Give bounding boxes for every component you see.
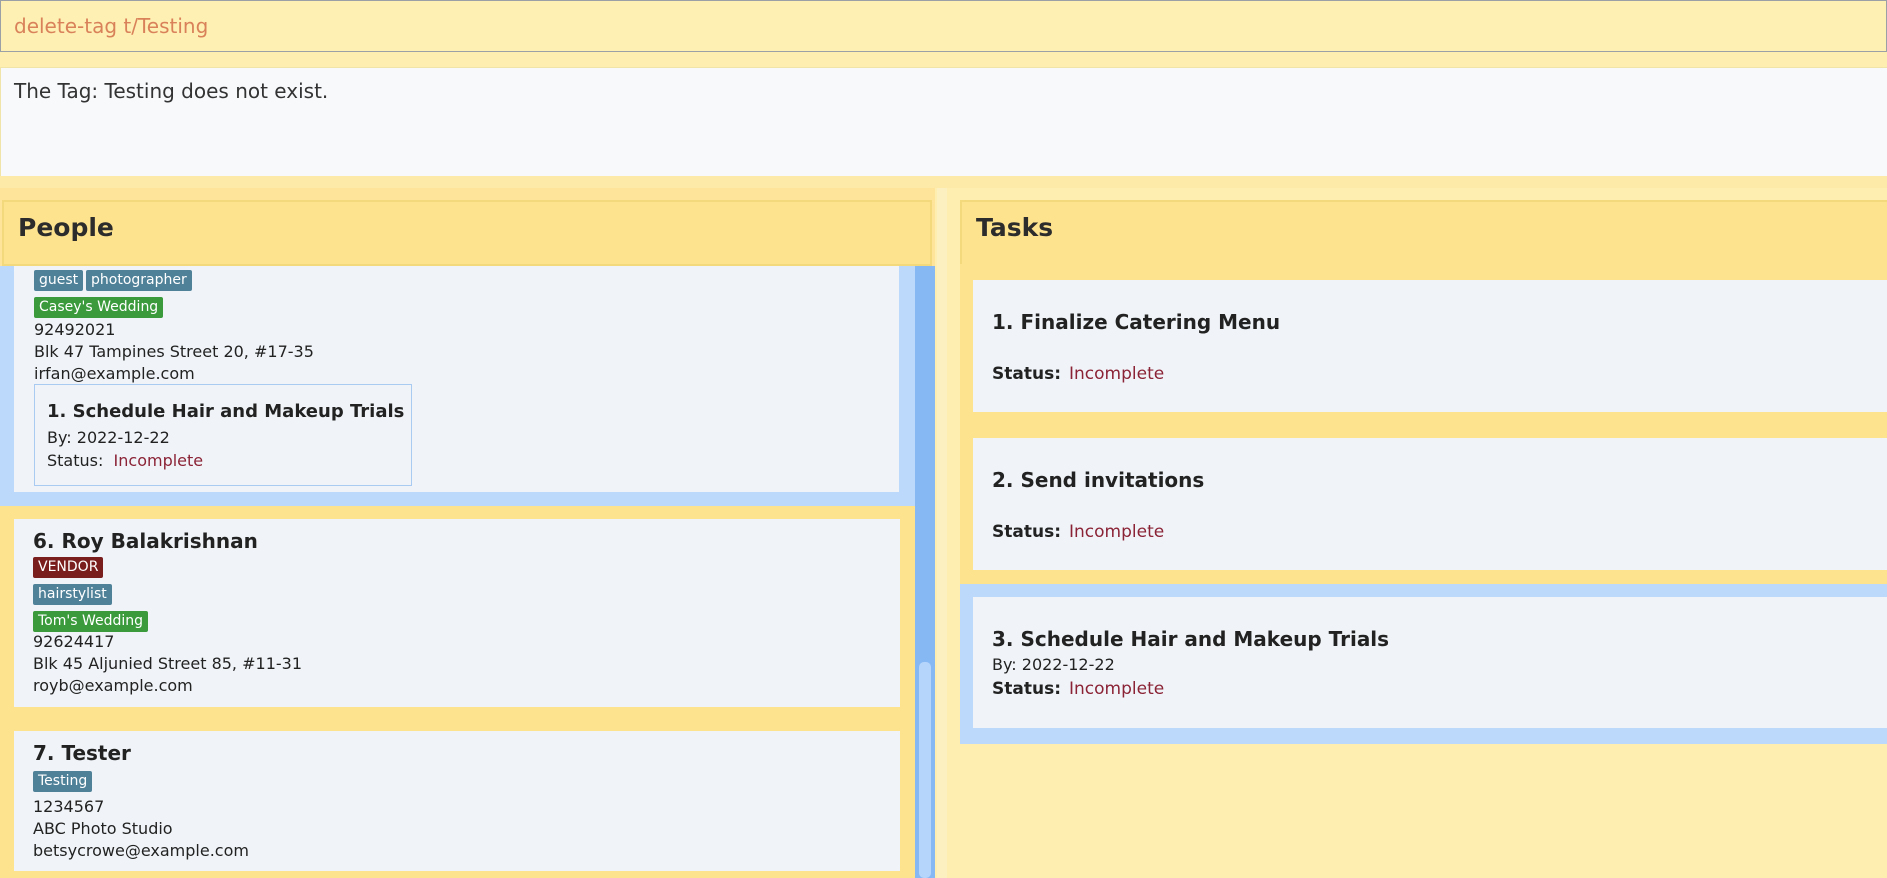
person-task-title: 1. Schedule Hair and Makeup Trials xyxy=(47,401,405,422)
status-value: Incomplete xyxy=(1069,364,1165,384)
people-list-scrollbar[interactable] xyxy=(915,266,935,878)
status-label: Status: xyxy=(992,364,1061,384)
person-phone: 1234567 xyxy=(33,797,105,816)
person-tag: hairstylist xyxy=(33,584,112,605)
person-card-selected[interactable]: guest photographer Casey's Wedding 92492… xyxy=(0,266,915,506)
person-task-deadline: By: 2022-12-22 xyxy=(47,428,170,447)
result-message: The Tag: Testing does not exist. xyxy=(14,79,329,103)
person-task-card: 1. Schedule Hair and Makeup Trials By: 2… xyxy=(34,384,412,486)
person-task-status: Status: Incomplete xyxy=(47,451,203,470)
task-title: 2. Send invitations xyxy=(992,468,1205,492)
people-panel-header: People xyxy=(2,200,932,266)
person-email: betsycrowe@example.com xyxy=(33,841,249,860)
tasks-panel-title: Tasks xyxy=(976,213,1054,242)
status-value: Incomplete xyxy=(1069,679,1165,699)
person-card[interactable]: 6. Roy Balakrishnan VENDOR hairstylist T… xyxy=(14,519,900,707)
status-label: Status: xyxy=(47,451,104,470)
task-title: 1. Finalize Catering Menu xyxy=(992,310,1281,334)
task-title: 3. Schedule Hair and Makeup Trials xyxy=(992,627,1390,651)
panel-separator xyxy=(0,176,1887,188)
scrollbar-thumb[interactable] xyxy=(919,662,931,878)
person-name: 7. Tester xyxy=(33,741,131,765)
person-tag: guest xyxy=(34,270,84,291)
person-phone: 92492021 xyxy=(34,320,116,339)
command-input[interactable]: delete-tag t/Testing xyxy=(0,0,1887,52)
task-status: Status: Incomplete xyxy=(992,364,1164,384)
status-label: Status: xyxy=(992,679,1061,699)
person-address: Blk 47 Tampines Street 20, #17-35 xyxy=(34,342,314,361)
person-phone: 92624417 xyxy=(33,632,115,651)
person-tag: Testing xyxy=(33,771,93,792)
wedding-tag: Casey's Wedding xyxy=(34,297,164,318)
result-display: The Tag: Testing does not exist. xyxy=(0,67,1887,177)
panel-divider[interactable] xyxy=(937,188,947,878)
person-email: irfan@example.com xyxy=(34,364,195,383)
tasks-panel-header: Tasks xyxy=(960,200,1887,266)
people-panel-title: People xyxy=(18,213,114,242)
person-address: Blk 45 Aljunied Street 85, #11-31 xyxy=(33,654,302,673)
person-card[interactable]: 7. Tester Testing 1234567 ABC Photo Stud… xyxy=(14,731,900,871)
task-status: Status: Incomplete xyxy=(992,522,1164,542)
status-label: Status: xyxy=(992,522,1061,542)
person-address: ABC Photo Studio xyxy=(33,819,173,838)
task-status: Status: Incomplete xyxy=(992,679,1164,699)
task-card[interactable]: 2. Send invitations Status: Incomplete xyxy=(973,438,1887,570)
status-value: Incomplete xyxy=(113,451,204,470)
wedding-tag: Tom's Wedding xyxy=(33,611,149,632)
person-name: 6. Roy Balakrishnan xyxy=(33,529,258,553)
task-deadline: By: 2022-12-22 xyxy=(992,655,1115,674)
person-card[interactable]: guest photographer Casey's Wedding 92492… xyxy=(14,266,899,492)
task-card[interactable]: 3. Schedule Hair and Makeup Trials By: 2… xyxy=(973,597,1887,728)
role-tag: VENDOR xyxy=(33,557,104,578)
task-card[interactable]: 1. Finalize Catering Menu Status: Incompl… xyxy=(973,280,1887,412)
status-value: Incomplete xyxy=(1069,522,1165,542)
people-list[interactable]: guest photographer Casey's Wedding 92492… xyxy=(0,266,915,878)
command-input-value: delete-tag t/Testing xyxy=(14,14,209,38)
person-email: royb@example.com xyxy=(33,676,193,695)
person-tag: photographer xyxy=(86,270,192,291)
